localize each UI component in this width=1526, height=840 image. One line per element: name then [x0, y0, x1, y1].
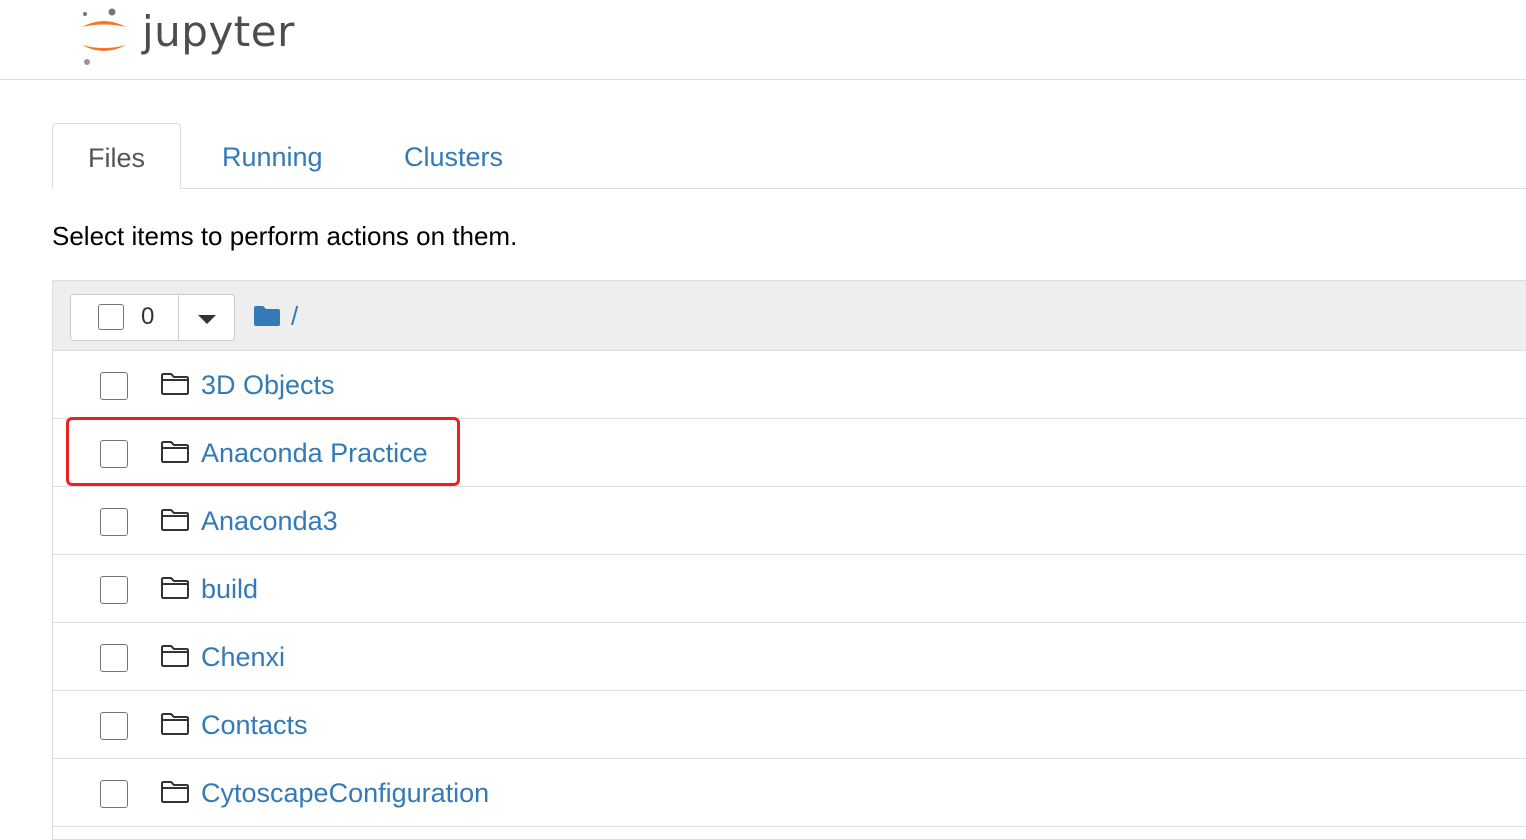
- tab-clusters[interactable]: Clusters: [369, 123, 538, 187]
- file-name-link[interactable]: Anaconda Practice: [201, 435, 428, 471]
- row-checkbox[interactable]: [100, 644, 128, 672]
- file-name-link[interactable]: Contacts: [201, 707, 308, 743]
- folder-outline-icon: [161, 713, 189, 735]
- row-checkbox[interactable]: [100, 440, 128, 468]
- folder-outline-icon: [161, 509, 189, 531]
- file-row[interactable]: Contacts: [53, 691, 1526, 759]
- file-name-link[interactable]: 3D Objects: [201, 367, 335, 403]
- breadcrumb-root-link[interactable]: /: [291, 301, 298, 331]
- folder-icon[interactable]: [253, 305, 281, 327]
- file-row[interactable]: Anaconda3: [53, 487, 1526, 555]
- folder-outline-icon: [161, 373, 189, 395]
- instructions-text: Select items to perform actions on them.: [52, 221, 518, 251]
- jupyter-logo-icon: [82, 8, 126, 65]
- tab-files[interactable]: Files: [52, 123, 182, 189]
- file-row[interactable]: Chenxi: [53, 623, 1526, 691]
- folder-outline-icon: [161, 781, 189, 803]
- row-checkbox[interactable]: [100, 780, 128, 808]
- selection-dropdown-button[interactable]: [178, 295, 234, 340]
- file-row[interactable]: CytoscapeConfiguration: [53, 759, 1526, 827]
- row-checkbox[interactable]: [100, 576, 128, 604]
- select-all-checkbox[interactable]: [98, 304, 124, 330]
- file-name-link[interactable]: Anaconda3: [201, 503, 338, 539]
- select-all-button[interactable]: 0: [71, 295, 179, 340]
- file-row[interactable]: 3D Objects: [53, 351, 1526, 419]
- folder-outline-icon: [161, 441, 189, 463]
- file-name-link[interactable]: build: [201, 571, 258, 607]
- file-list-header: 0 /: [53, 281, 1526, 351]
- row-checkbox[interactable]: [100, 508, 128, 536]
- file-list: 0 / 3D Objects Anaconda Practice Anacond…: [52, 280, 1526, 840]
- folder-outline-icon: [161, 577, 189, 599]
- selection-button-group: 0: [70, 294, 235, 341]
- file-name-link[interactable]: Chenxi: [201, 639, 285, 675]
- tab-bar: Files Running Clusters: [52, 123, 1526, 189]
- selected-count: 0: [141, 303, 155, 330]
- file-row[interactable]: Anaconda Practice: [53, 419, 1526, 487]
- header: jupyter: [0, 0, 1526, 80]
- jupyter-logo[interactable]: jupyter: [78, 4, 295, 68]
- breadcrumb: /: [253, 301, 298, 331]
- row-checkbox[interactable]: [100, 372, 128, 400]
- file-row[interactable]: build: [53, 555, 1526, 623]
- folder-outline-icon: [161, 645, 189, 667]
- caret-down-icon: [198, 315, 216, 324]
- file-name-link[interactable]: CytoscapeConfiguration: [201, 775, 489, 811]
- tab-running[interactable]: Running: [187, 123, 358, 187]
- logo-text: jupyter: [142, 7, 295, 56]
- row-checkbox[interactable]: [100, 712, 128, 740]
